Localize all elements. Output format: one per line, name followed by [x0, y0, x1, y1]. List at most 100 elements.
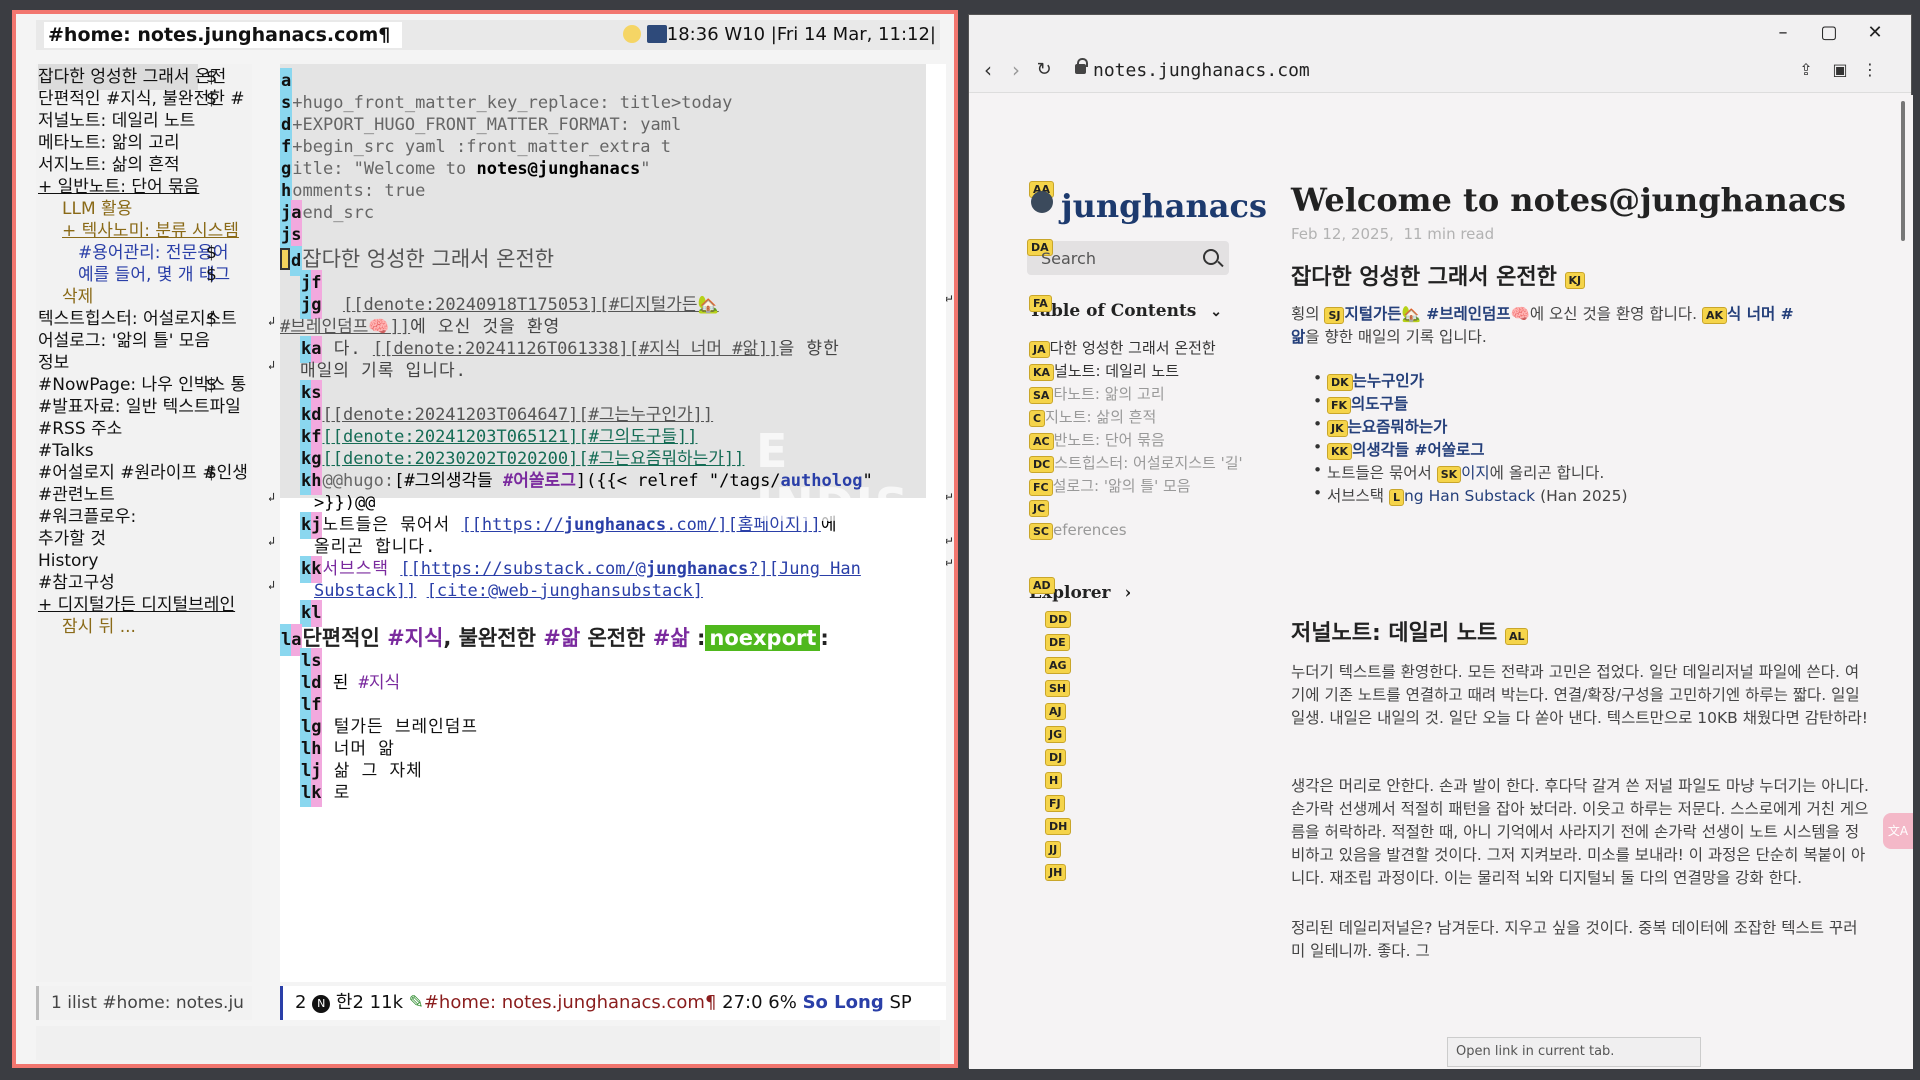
link-hint[interactable]: KJ — [1564, 272, 1586, 289]
tab-count-icon[interactable]: ▣ — [1829, 59, 1851, 81]
link-hint[interactable]: FC — [1029, 479, 1053, 496]
explorer-item-hint[interactable]: DE — [1045, 634, 1070, 651]
maximize-icon[interactable]: ▢ — [1817, 21, 1841, 45]
tag-link[interactable]: 의생각들 #어쏠로그 — [1352, 441, 1484, 459]
link-hint[interactable]: SC — [1029, 523, 1053, 540]
link-hint[interactable]: FK — [1327, 397, 1352, 414]
search-input[interactable]: Search — [1041, 249, 1096, 268]
explorer-item-hint[interactable]: H — [1045, 772, 1063, 789]
link-hint[interactable]: SA — [1029, 387, 1054, 404]
tag-link[interactable]: 이지 — [1461, 464, 1490, 482]
link-hint[interactable]: SK — [1436, 466, 1462, 483]
web-link[interactable]: Substack]] — [314, 581, 416, 601]
link-hint[interactable]: C — [1029, 410, 1046, 427]
toc-item[interactable]: JC — [1029, 498, 1050, 517]
denote-link[interactable]: [[denote:20230202T020200][#그는요즘뭐하는가]] — [322, 449, 744, 469]
denote-link[interactable]: [[denote:20241126T061338][#지식 너머 #앎]] — [373, 339, 779, 359]
toc-item[interactable]: SC eferences — [1029, 521, 1127, 540]
link-hint[interactable]: DC — [1029, 456, 1055, 473]
explorer-item-hint[interactable]: AJ — [1045, 703, 1066, 720]
toc-toggle[interactable]: FA Table of Contents ⌄ — [1029, 295, 1222, 321]
tag-link[interactable]: 는누구인가 — [1353, 372, 1424, 390]
buffer-line[interactable]: Substack]] [cite:@web-junghansubstack] — [280, 578, 703, 605]
link-hint[interactable]: AD — [1029, 577, 1055, 594]
site-name[interactable]: junghanacs — [1061, 187, 1267, 225]
chevron-right-icon[interactable]: › — [1124, 583, 1131, 603]
web-page[interactable]: AA junghanacs DA Search FA Table of Cont… — [969, 95, 1913, 1069]
explorer-toggle[interactable]: AD Explorer › — [1029, 577, 1131, 603]
explorer-item-hint[interactable]: DJ — [1045, 749, 1067, 766]
link-hint[interactable]: DK — [1327, 374, 1353, 391]
share-icon[interactable]: ⇪ — [1795, 59, 1817, 81]
explorer-item-hint[interactable]: JG — [1045, 726, 1067, 743]
toc-title[interactable]: Table of Contents — [1029, 301, 1196, 321]
close-icon[interactable]: ✕ — [1863, 21, 1887, 45]
tag-link[interactable]: 지털가든🏡 — [1344, 305, 1426, 323]
web-link[interactable]: junghanacs — [646, 559, 748, 579]
explorer-item-hint[interactable]: JH — [1045, 864, 1067, 881]
web-link[interactable]: ?][Jung Han — [748, 559, 861, 579]
link-hint[interactable]: FA — [1029, 295, 1052, 312]
tag-link[interactable]: 앎 — [1291, 328, 1305, 346]
link-hint[interactable]: L — [1388, 489, 1404, 506]
toc-item[interactable]: C 지노트: 삶의 흔적 — [1029, 406, 1156, 427]
denote-link[interactable]: [[denote:20240918T175053][#디지털가든🏡 — [343, 295, 719, 315]
modeline-buffer-name[interactable]: #home: notes.junghanacs.com¶ — [424, 992, 717, 1013]
explorer-item-hint[interactable]: FJ — [1045, 795, 1065, 812]
tag-link[interactable]: ng Han Substack — [1404, 487, 1535, 505]
tag-link[interactable]: 의도구들 — [1351, 395, 1408, 413]
link-hint[interactable]: AC — [1029, 433, 1054, 450]
toc-item[interactable]: JA 다한 엉성한 그래서 온전한 — [1029, 337, 1216, 358]
menu-icon[interactable]: ⋮ — [1859, 59, 1881, 81]
denote-link[interactable]: [[denote:20241203T064647][#그는누구인가]] — [322, 405, 713, 425]
explorer-item-hint[interactable]: SH — [1045, 680, 1071, 697]
search-box[interactable]: DA Search — [1027, 239, 1229, 275]
link-hint[interactable]: KA — [1029, 364, 1055, 381]
link-hint[interactable]: JK — [1327, 420, 1348, 437]
toc-item[interactable]: DC 스트힙스터: 어설로지스트 '길' — [1029, 452, 1243, 473]
link-hint[interactable]: JC — [1029, 500, 1050, 517]
web-link[interactable]: [[https://substack.com/@ — [400, 559, 646, 579]
citation[interactable]: [cite:@web-junghansubstack] — [427, 581, 703, 601]
address-bar[interactable]: notes.junghanacs.com — [1093, 57, 1310, 85]
tag-link[interactable]: 는요즘뭐하는가 — [1348, 418, 1448, 436]
toc-item[interactable]: SA 타노트: 앎의 고리 — [1029, 383, 1165, 404]
back-icon[interactable]: ‹ — [975, 57, 1001, 83]
toc-item[interactable]: AC 반노트: 단어 묶음 — [1029, 429, 1165, 450]
imenu-sidebar[interactable]: 잡다한 엉성한 그래서 온전 $ 단편적인 #지식, 불완전한 # $ 저널노트: 데일… — [36, 64, 252, 982]
buffer-line[interactable]: lk 로 — [280, 780, 350, 807]
page-scrollbar[interactable] — [1901, 101, 1905, 241]
link-hint[interactable]: AL — [1504, 628, 1529, 645]
toc-item[interactable]: KA 널노트: 데일리 노트 — [1029, 360, 1179, 381]
web-link[interactable]: [[https:// — [461, 515, 563, 535]
sidebar-outline-item[interactable]: 잠시 뒤 ... — [38, 614, 136, 640]
emacs-buffer-title[interactable]: #home: notes.junghanacs.com¶ — [44, 22, 403, 48]
minimize-icon[interactable]: – — [1771, 21, 1795, 45]
translate-tab[interactable]: 文A — [1883, 813, 1913, 849]
denote-link[interactable]: [[denote:20241203T065121][#그의도구들]] — [322, 427, 697, 447]
denote-link[interactable]: #브레인덤프🧠]] — [280, 317, 410, 337]
org-heading-line[interactable]: la단편적인 #지식, 불완전한 #앎 온전한 #삶 : noexport: — [280, 622, 829, 656]
avy-hint[interactable]: lk — [300, 780, 323, 807]
explorer-item-hint[interactable]: AG — [1045, 657, 1071, 674]
search-icon[interactable] — [1203, 249, 1219, 265]
chevron-down-icon[interactable]: ⌄ — [1210, 304, 1222, 320]
org-heading[interactable]: 잡다한 엉성한 그래서 온전한 — [302, 247, 554, 271]
major-mode[interactable]: So Long — [803, 992, 884, 1013]
emacs-window[interactable]: #home: notes.junghanacs.com¶ 18:36 W10 |… — [12, 10, 958, 1068]
explorer-item-hint[interactable]: DH — [1045, 818, 1072, 835]
web-link[interactable]: junghanacs — [564, 515, 666, 535]
tag-link[interactable]: #브레인덤프 — [1426, 305, 1510, 323]
link-hint[interactable]: AK — [1701, 307, 1728, 324]
toc-item[interactable]: FC 설로그: '앎의 틀' 모음 — [1029, 475, 1191, 496]
org-heading[interactable]: 단편적인 — [302, 626, 387, 650]
browser-window[interactable]: – ▢ ✕ ‹ › ↻ notes.junghanacs.com ⇪ ▣ ⋮ A… — [968, 14, 1913, 1069]
link-hint[interactable]: KK — [1327, 443, 1353, 460]
link-hint[interactable]: SJ — [1324, 307, 1345, 324]
link-hint[interactable]: JA — [1029, 341, 1050, 358]
tag-link[interactable]: 식 너머 # — [1727, 305, 1794, 323]
explorer-item-hint[interactable]: DD — [1045, 611, 1072, 628]
forward-icon[interactable]: › — [1003, 57, 1029, 83]
reload-icon[interactable]: ↻ — [1031, 57, 1057, 83]
explorer-item-hint[interactable]: JJ — [1045, 841, 1062, 858]
